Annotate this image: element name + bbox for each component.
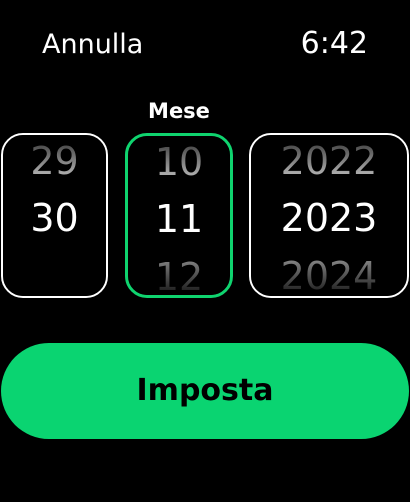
day-previous-value: 29 [30, 139, 79, 183]
clock-time: 6:42 [300, 26, 368, 61]
year-selected-value: 2023 [280, 196, 378, 240]
year-next-value: 2024 [280, 254, 378, 298]
year-previous-value: 2022 [280, 139, 378, 183]
month-previous-value: 10 [154, 140, 204, 184]
set-button[interactable]: Imposta [1, 343, 409, 439]
day-fade-bottom [3, 258, 106, 296]
year-picker-wheel[interactable]: 2022 2023 2024 [249, 133, 409, 298]
active-picker-label: Mese [148, 99, 210, 123]
month-next-value: 12 [154, 255, 204, 298]
month-picker-wheel[interactable]: 10 11 12 [125, 133, 233, 298]
cancel-button[interactable]: Annulla [42, 28, 143, 62]
month-selected-value: 11 [154, 197, 204, 241]
day-picker-wheel[interactable]: 29 30 [1, 133, 108, 298]
day-selected-value: 30 [30, 196, 79, 240]
